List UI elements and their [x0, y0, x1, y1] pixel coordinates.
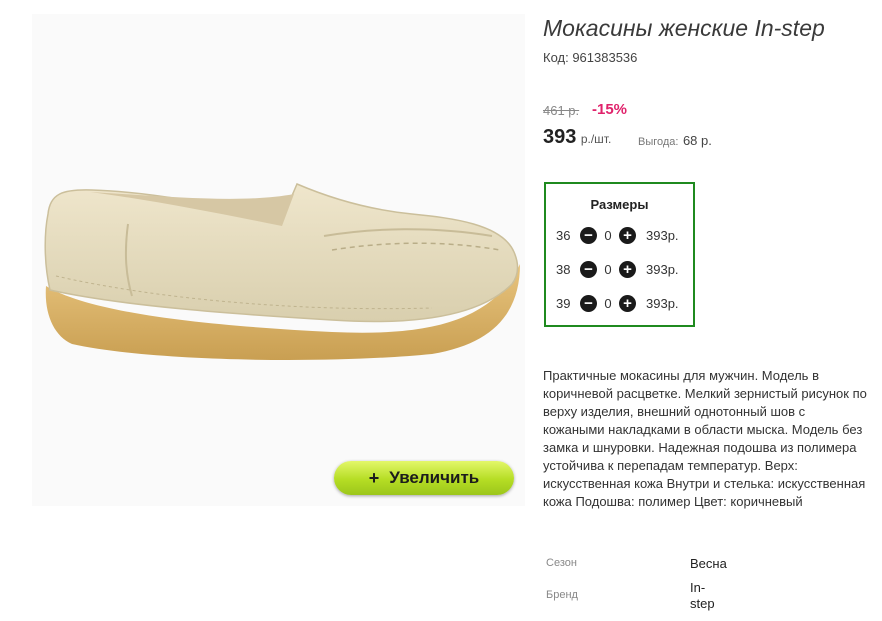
minus-icon[interactable]: − — [580, 226, 597, 244]
shoe-image — [44, 183, 521, 360]
brand-line-2: step — [690, 596, 715, 611]
size-row: 36 − 0 + 393р. — [556, 225, 679, 245]
price-unit: р./шт. — [580, 132, 612, 146]
brand-line-1: In- — [690, 580, 706, 595]
size-label: 36 — [556, 227, 571, 243]
size-label: 38 — [556, 261, 571, 277]
size-qty: 0 — [604, 295, 612, 311]
old-price: 461 р. — [543, 103, 580, 118]
size-row: 38 − 0 + 393р. — [556, 259, 679, 279]
size-qty: 0 — [604, 227, 612, 243]
size-label: 39 — [556, 295, 571, 311]
size-price: 393р. — [646, 295, 679, 311]
product-sku: Код: 961383536 — [543, 50, 638, 65]
savings-value: 68 р. — [682, 133, 712, 148]
spec-label-season: Сезон — [546, 557, 577, 569]
plus-icon: + — [368, 467, 380, 488]
savings-label: Выгода: — [638, 136, 679, 148]
plus-icon[interactable]: + — [619, 226, 636, 244]
spec-value-brand: In- step — [690, 580, 715, 612]
product-description: Практичные мокасины для мужчин. Модель в… — [543, 368, 867, 509]
product-title: Мокасины женские In-step — [543, 15, 825, 41]
minus-icon[interactable]: − — [580, 294, 597, 312]
plus-icon[interactable]: + — [619, 260, 636, 278]
price-value: 393 — [543, 126, 577, 148]
discount-badge: -15% — [592, 101, 628, 118]
zoom-button-label: Увеличить — [389, 468, 480, 487]
size-price: 393р. — [646, 261, 679, 277]
plus-icon[interactable]: + — [619, 294, 636, 312]
size-price: 393р. — [646, 227, 679, 243]
current-price: 393 р./шт. — [543, 126, 611, 149]
size-qty: 0 — [604, 261, 612, 277]
zoom-button[interactable]: + Увеличить — [334, 461, 514, 495]
sizes-box: Размеры 36 − 0 + 393р. 38 − 0 + 393р. 39… — [544, 182, 695, 327]
spec-label-brand: Бренд — [546, 589, 578, 601]
size-row: 39 − 0 + 393р. — [556, 293, 679, 313]
sizes-title: Размеры — [590, 197, 649, 212]
minus-icon[interactable]: − — [580, 260, 597, 278]
spec-value-season: Весна — [690, 556, 727, 571]
product-photo[interactable] — [32, 14, 525, 506]
savings: Выгода: 68 р. — [638, 132, 712, 150]
